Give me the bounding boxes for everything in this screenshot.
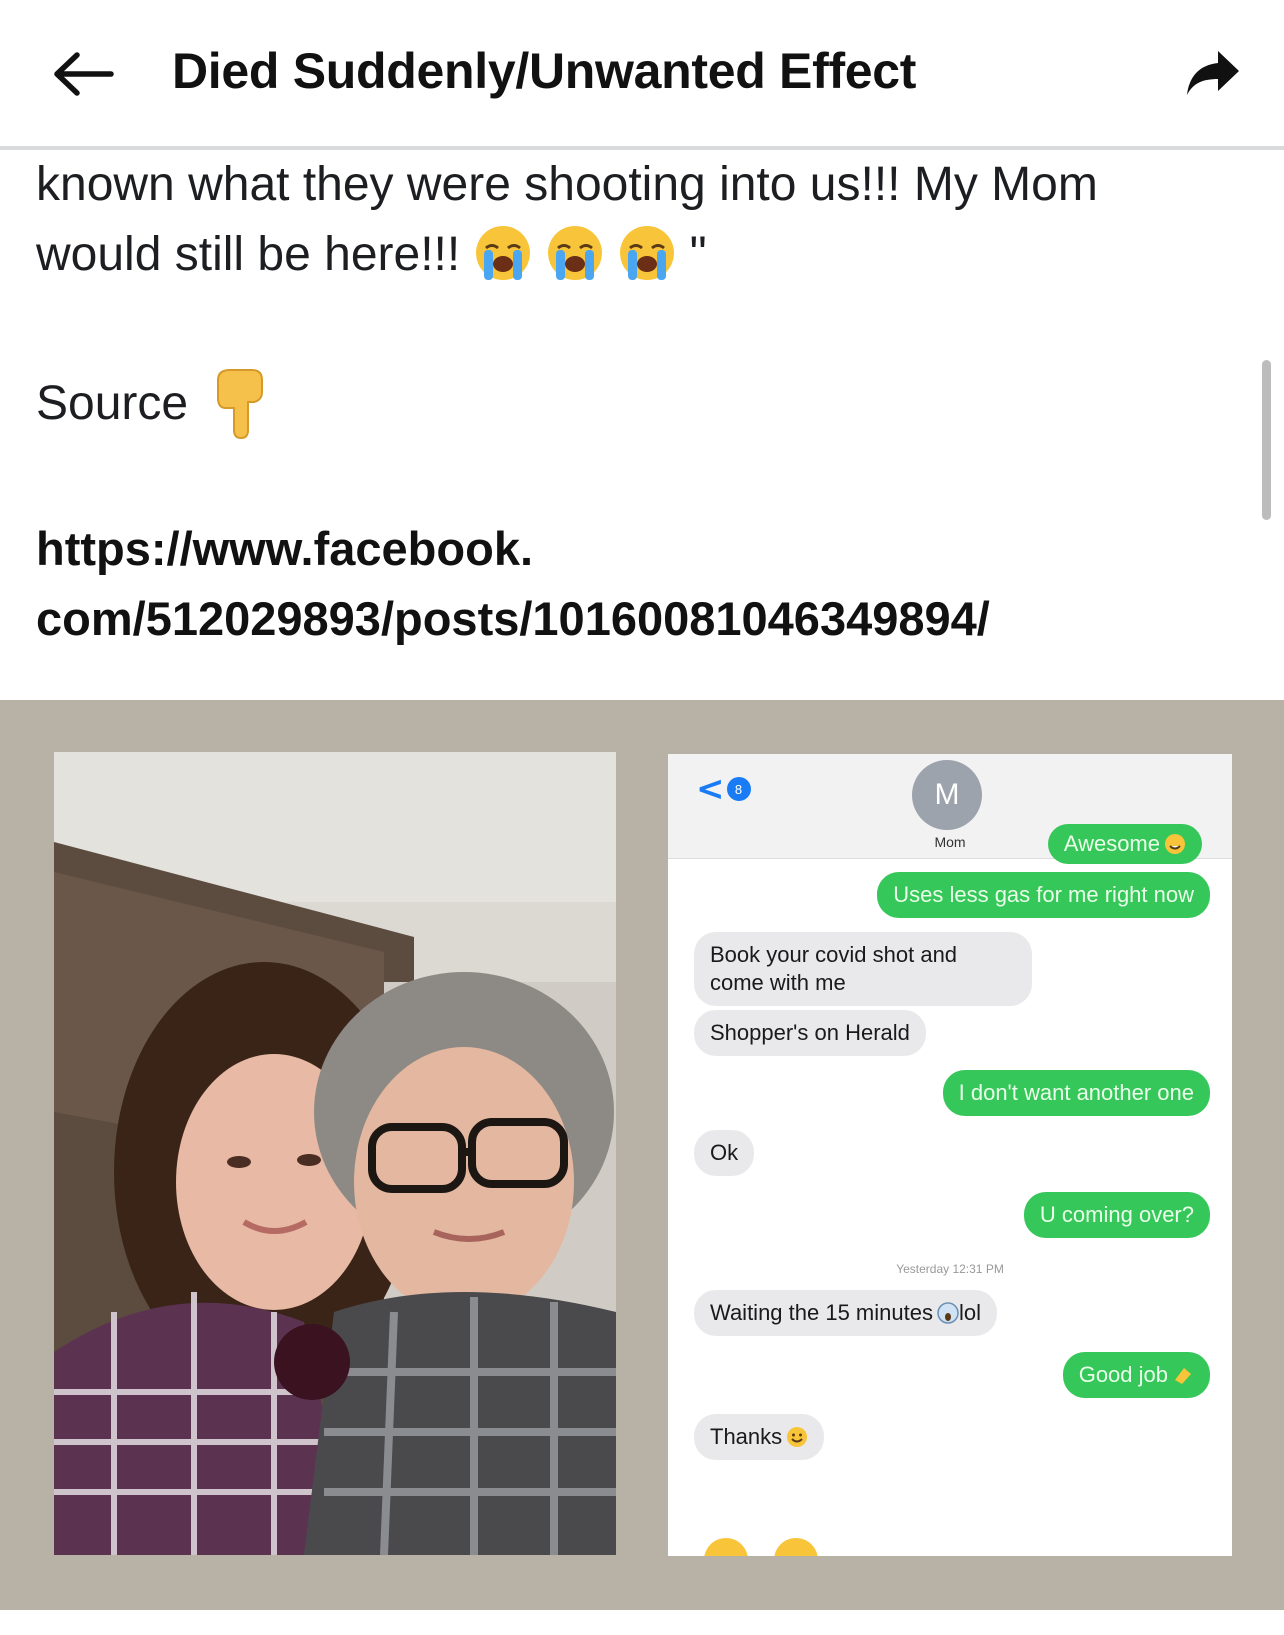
message-text: Good job (1078, 1362, 1168, 1387)
source-row: Source (36, 366, 282, 440)
message-bubble-out: Uses less gas for me right now (877, 872, 1210, 918)
message-text: Waiting the 15 minutes (710, 1300, 933, 1325)
smiling-face-icon (787, 1427, 808, 1447)
message-timestamp: Yesterday 12:31 PM (896, 1262, 1004, 1276)
scrollbar[interactable] (1262, 360, 1271, 520)
message-screenshot: < 8 M Mom Awesome Uses less gas for me r… (668, 754, 1232, 1556)
screaming-face-icon (937, 1302, 959, 1324)
chevron-left-icon: < (696, 769, 725, 809)
source-label: Source (36, 376, 189, 430)
message-bubble-out: Good job (1062, 1352, 1210, 1398)
message-bubble-in: Waiting the 15 minutes lol (694, 1290, 997, 1336)
message-suffix: lol (958, 1300, 981, 1325)
top-bar: Died Suddenly/Unwanted Effect (0, 0, 1284, 150)
selfie-photo (54, 752, 616, 1555)
loudly-crying-face-icon (475, 226, 530, 280)
pointing-down-hand-icon (217, 369, 264, 440)
selfie-illustration (54, 752, 616, 1555)
grinning-sweat-icon (1165, 834, 1185, 854)
unread-badge: 8 (726, 777, 751, 801)
post-text-line-2: would still be here!!! " (36, 220, 1256, 290)
back-button[interactable] (48, 38, 120, 110)
message-bubble-in: Book your covid shot and come with me (694, 932, 1032, 1006)
page-title: Died Suddenly/Unwanted Effect (172, 43, 917, 99)
source-link-line-2: com/512029893/posts/10160081046349894/ (36, 592, 990, 645)
loudly-crying-face-icon (619, 226, 674, 280)
message-text: Awesome (1063, 831, 1160, 856)
loudly-crying-face-icon (547, 226, 602, 280)
share-arrow-icon (1187, 51, 1239, 95)
clapping-hands-icon (1175, 1368, 1191, 1384)
partial-emoji-row (704, 1538, 818, 1556)
post-body: known what they were shooting into us!!!… (36, 150, 1256, 290)
message-bubble-in: Thanks (694, 1414, 825, 1460)
message-bubble-out: I don't want another one (942, 1070, 1210, 1116)
message-bubble-out: Awesome (1047, 824, 1202, 864)
source-link-line-1: https://www.facebook. (36, 522, 534, 575)
closing-quote: " (689, 228, 707, 281)
message-bubble-in: Ok (694, 1130, 755, 1176)
source-link[interactable]: https://www.facebook. com/512029893/post… (36, 514, 990, 654)
contact-avatar: M (912, 760, 982, 830)
message-text: Thanks (710, 1424, 783, 1449)
chat-back-button: < 8 (696, 772, 751, 806)
post-text-line-2-text: would still be here!!! (36, 228, 461, 281)
message-bubble-out: U coming over? (1023, 1192, 1210, 1238)
share-button[interactable] (1178, 42, 1248, 106)
post-text-line-1: known what they were shooting into us!!!… (36, 158, 1098, 211)
message-bubble-in: Shopper's on Herald (694, 1010, 926, 1056)
left-arrow-icon (54, 52, 114, 96)
